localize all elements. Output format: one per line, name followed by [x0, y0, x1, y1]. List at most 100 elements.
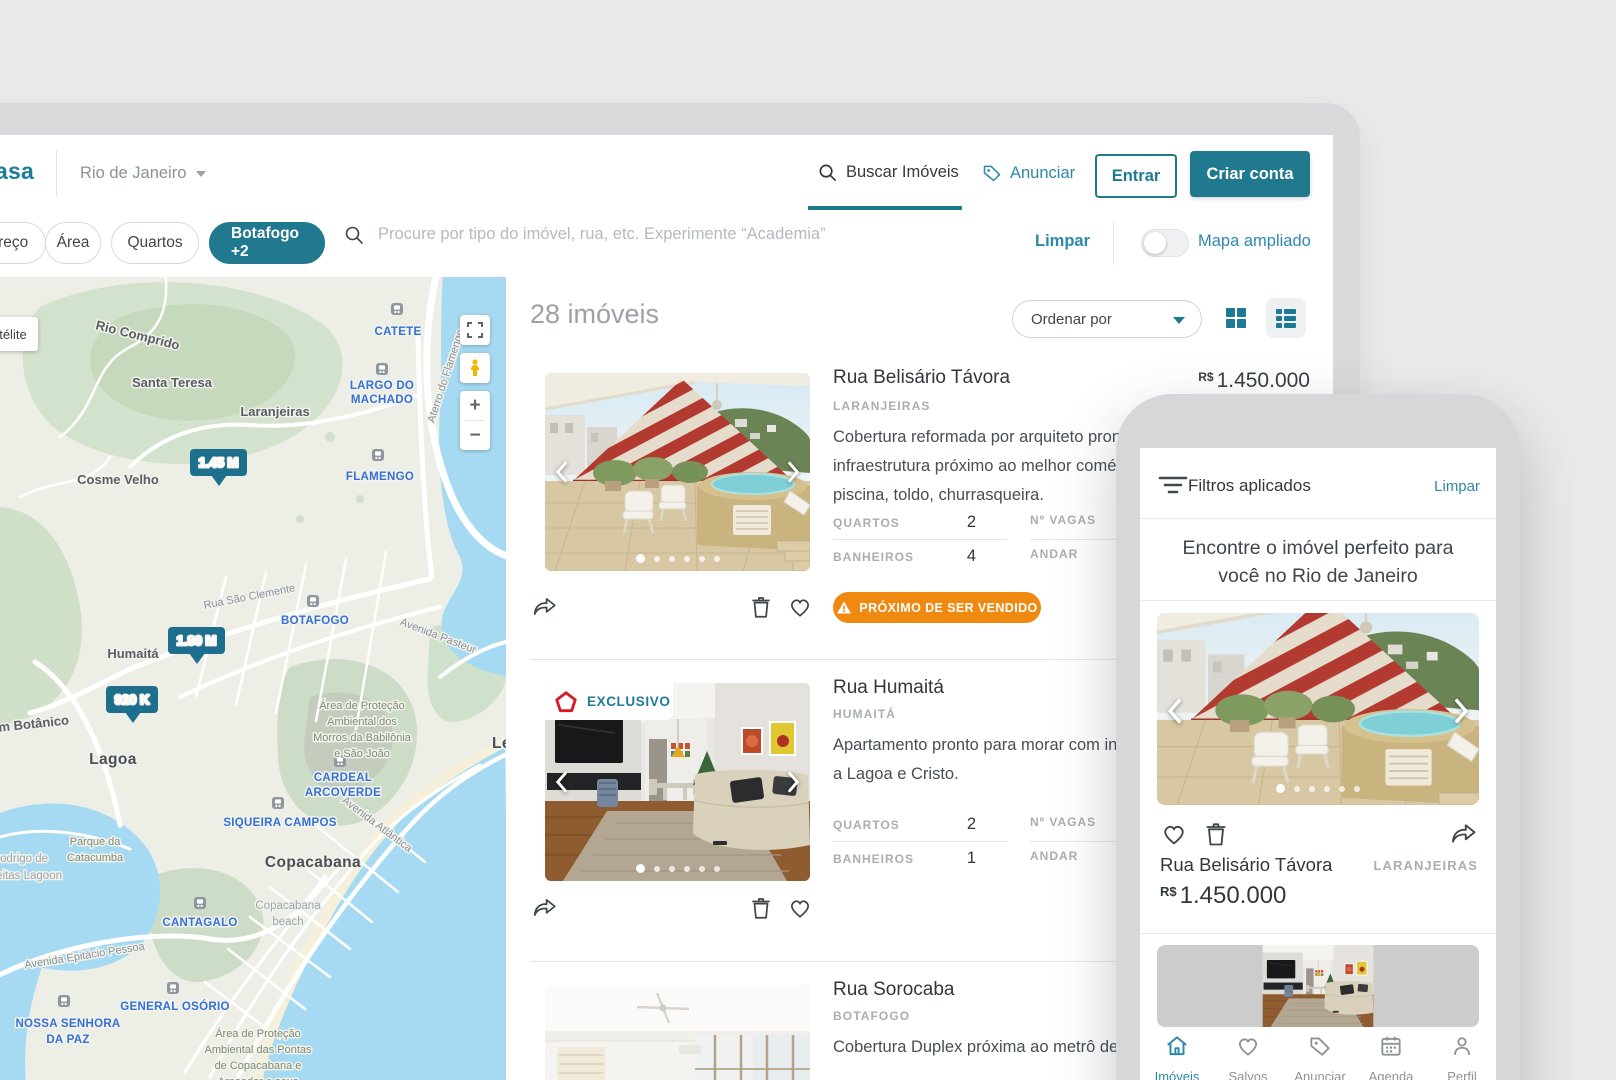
map-label-copacabana: Copacabana: [265, 854, 361, 871]
listing-photo[interactable]: [545, 373, 810, 571]
listing-neighborhood: HUMAITÁ: [833, 707, 897, 721]
trash-icon[interactable]: [1202, 820, 1230, 848]
tab-label: Buscar Imóveis: [846, 163, 959, 181]
phone-clear-link[interactable]: Limpar: [1434, 478, 1480, 495]
share-icon[interactable]: [532, 594, 558, 620]
map-satellite-button[interactable]: Satélite: [0, 317, 38, 351]
phone-divider: [1140, 600, 1496, 601]
map-label-flamengo: FLAMENGO: [346, 471, 414, 483]
phone-divider: [1140, 933, 1496, 934]
filter-icon[interactable]: [1158, 474, 1188, 496]
spec-baths: BANHEIROS 4: [833, 547, 976, 565]
filter-pill-area[interactable]: Área: [45, 222, 101, 264]
currency: R$: [1160, 884, 1177, 899]
nav-imoveis[interactable]: Imóveis: [1145, 1033, 1209, 1080]
carousel-next-icon[interactable]: [787, 771, 801, 793]
tag-icon: [1310, 1037, 1330, 1056]
results-count: 28 imóveis: [530, 299, 660, 329]
phone-listing-neighborhood: LARANJEIRAS: [1373, 858, 1478, 873]
map[interactable]: Rio Comprido Santa Teresa Laranjeiras Co…: [0, 277, 506, 1080]
person-icon: [1454, 1037, 1470, 1056]
zoom-out-button[interactable]: −: [460, 421, 490, 450]
exclusive-label: EXCLUSIVO: [587, 694, 671, 709]
spec-rooms: QUARTOS 2: [833, 815, 976, 833]
nav-salvos[interactable]: Salvos: [1216, 1033, 1280, 1080]
carousel-next-icon[interactable]: [1454, 698, 1470, 724]
phone-listing-photo[interactable]: [1157, 945, 1479, 1027]
listing-photo[interactable]: EXCLUSIVO: [545, 683, 810, 881]
listing-neighborhood: BOTAFOGO: [833, 1009, 911, 1023]
trash-icon[interactable]: [748, 594, 774, 620]
heart-icon[interactable]: [787, 594, 813, 620]
carousel-dots: [545, 864, 810, 873]
spec-divider: [833, 539, 1007, 540]
toggle-knob: [1144, 232, 1166, 254]
map-pegman-button[interactable]: [460, 353, 490, 383]
map-label-santa-teresa: Santa Teresa: [132, 375, 213, 390]
map-label-catete: CATETE: [375, 326, 422, 338]
map-label-cosme-velho: Cosme Velho: [77, 472, 159, 487]
zoom-in-button[interactable]: +: [460, 391, 490, 420]
list-view-button[interactable]: [1266, 298, 1306, 338]
search-icon: [819, 164, 836, 181]
map-toggle-label: Mapa ampliado: [1198, 232, 1311, 250]
grid-icon: [1226, 308, 1246, 328]
listing-street[interactable]: Rua Humaitá: [833, 677, 944, 699]
heart-icon[interactable]: [1160, 820, 1188, 848]
currency: R$: [1198, 370, 1214, 384]
filter-pill-location[interactable]: Botafogo +2: [209, 222, 325, 264]
nav-anunciar[interactable]: Anunciar: [1288, 1033, 1352, 1080]
map-zoom-controls: + −: [460, 391, 490, 450]
phone-listing-street[interactable]: Rua Belisário Távora: [1160, 854, 1332, 876]
chevron-down-icon: [196, 170, 207, 177]
trash-icon[interactable]: [748, 895, 774, 921]
header-divider: [56, 150, 57, 197]
phone-headline: Encontre o imóvel perfeito para você no R…: [1182, 537, 1454, 587]
filter-pill-price[interactable]: Preço: [0, 222, 46, 264]
signup-button[interactable]: Criar conta: [1190, 151, 1310, 197]
map-canvas: Rio Comprido Santa Teresa Laranjeiras Co…: [0, 277, 506, 1080]
search-input[interactable]: [376, 224, 850, 245]
home-icon: [1167, 1036, 1187, 1056]
map-fullscreen-button[interactable]: [460, 315, 490, 345]
map-label-lagoon-2: Freitas Lagoon: [0, 870, 62, 882]
nav-agenda[interactable]: Agenda: [1359, 1033, 1423, 1080]
carousel-prev-icon[interactable]: [1166, 698, 1182, 724]
brand-logo[interactable]: EmCasa: [0, 158, 34, 185]
spec-baths: BANHEIROS 1: [833, 849, 976, 867]
tag-icon: [983, 165, 1001, 182]
login-button[interactable]: Entrar: [1095, 154, 1177, 198]
map-label-catacumba-2: Catacumba: [67, 852, 124, 864]
listing-street[interactable]: Rua Sorocaba: [833, 979, 954, 1001]
carousel-dots: [1157, 784, 1479, 793]
map-label-leme: Leme: [492, 735, 506, 752]
nav-perfil[interactable]: Perfil: [1430, 1033, 1494, 1080]
sort-dropdown[interactable]: Ordenar por: [1012, 300, 1202, 338]
clear-filters-link[interactable]: Limpar: [1035, 232, 1090, 251]
city-selector[interactable]: Rio de Janeiro: [80, 164, 207, 183]
map-label-siqueira: SIQUEIRA CAMPOS: [223, 817, 336, 829]
map-label-lagoon-1: Rodrigo de: [0, 853, 48, 865]
listing-street[interactable]: Rua Belisário Távora: [833, 367, 1010, 389]
nav-anunciar[interactable]: Anunciar: [982, 163, 1075, 183]
share-icon[interactable]: [1450, 820, 1478, 848]
phone-listing-price: R$ 1.450.000: [1160, 882, 1286, 910]
map-toggle-switch[interactable]: [1141, 229, 1189, 257]
map-label-apa-pontas-4: Arpoador e seus: [218, 1076, 299, 1080]
share-icon[interactable]: [532, 895, 558, 921]
search-bar: [344, 224, 850, 245]
emcasa-pentagon-icon: [555, 690, 577, 712]
tab-buscar-imoveis[interactable]: Buscar Imóveis: [818, 163, 959, 182]
grid-view-button[interactable]: [1224, 306, 1248, 330]
listing-photo[interactable]: [545, 985, 810, 1080]
phone-listing-photo[interactable]: [1157, 613, 1479, 805]
heart-icon[interactable]: [787, 895, 813, 921]
carousel-prev-icon[interactable]: [554, 461, 568, 483]
carousel-prev-icon[interactable]: [554, 771, 568, 793]
filter-pill-rooms[interactable]: Quartos: [111, 222, 199, 264]
page: EmCasa Rio de Janeiro Buscar Imóveis Anu…: [0, 0, 1616, 1080]
exclusive-tab: EXCLUSIVO: [545, 683, 673, 720]
list-icon: [1276, 309, 1296, 328]
carousel-next-icon[interactable]: [787, 461, 801, 483]
map-label-largo-1: LARGO DO: [350, 380, 414, 392]
